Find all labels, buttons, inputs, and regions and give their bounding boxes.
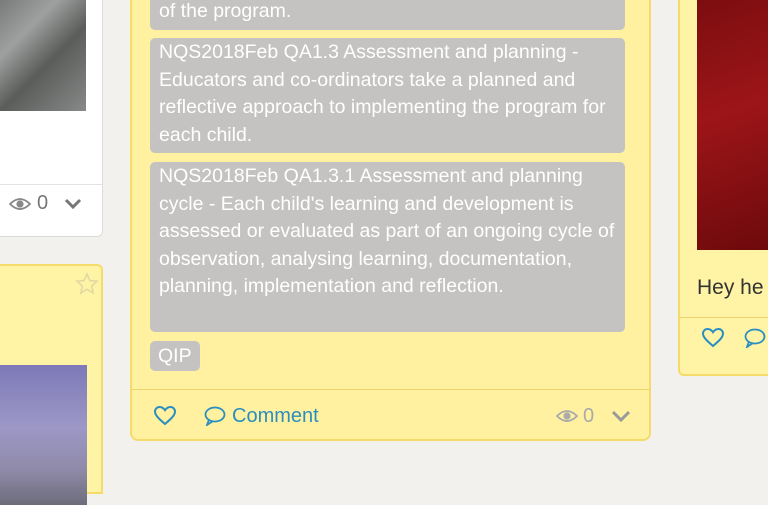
eye-icon [556, 408, 578, 424]
tag-chip[interactable]: QIP [150, 341, 200, 371]
view-count: 0 [37, 192, 49, 214]
card-divider [132, 389, 649, 390]
card-divider [0, 184, 102, 185]
chevron-down-icon[interactable] [611, 410, 631, 422]
post-photo[interactable] [0, 0, 86, 111]
star-icon[interactable] [75, 272, 99, 296]
post-card-center: of the program. NQS2018Feb QA1.3 Assessm… [130, 0, 651, 441]
post-card-right: Hey he [678, 0, 768, 376]
eye-icon [9, 196, 31, 212]
comment-label: Comment [232, 404, 319, 427]
post-card-left-bottom [0, 264, 103, 505]
view-stats: 0 [9, 192, 82, 215]
post-photo[interactable] [0, 365, 87, 505]
view-stats: 0 [556, 392, 631, 440]
chevron-down-icon[interactable] [64, 198, 82, 210]
post-photo[interactable] [697, 0, 768, 250]
post-card-left-top: 0 [0, 0, 103, 237]
tag-chip[interactable]: NQS2018Feb QA1.3 Assessment and planning… [150, 38, 625, 153]
tag-chip[interactable]: of the program. [150, 0, 625, 30]
post-caption: Hey he [697, 276, 764, 299]
comment-button[interactable]: Comment [204, 392, 319, 440]
heart-icon [154, 406, 176, 426]
comment-icon [204, 406, 226, 426]
heart-icon[interactable] [702, 328, 724, 348]
tag-chip[interactable]: NQS2018Feb QA1.3.1 Assessment and planni… [150, 162, 625, 332]
like-button[interactable] [154, 392, 176, 440]
view-count: 0 [583, 404, 595, 427]
comment-icon[interactable] [744, 328, 766, 348]
card-divider [680, 317, 768, 318]
